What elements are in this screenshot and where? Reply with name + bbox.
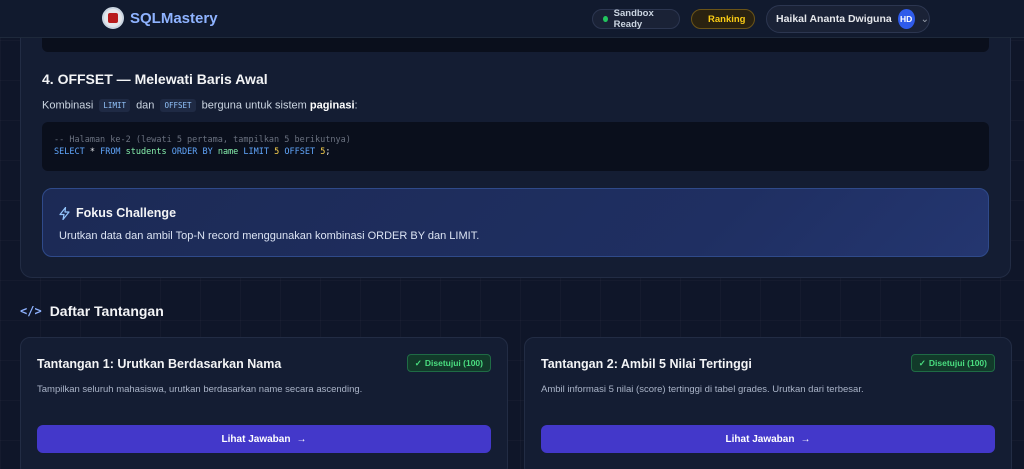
challenge-title: Tantangan 2: Ambil 5 Nilai Tertinggi <box>541 357 752 371</box>
user-name: Haikal Ananta Dwiguna <box>776 13 892 25</box>
avatar: HD <box>897 9 915 29</box>
app-name: SQLMastery <box>130 9 218 27</box>
arrow-right-icon: → <box>296 433 307 445</box>
top-navbar: SQLMastery Sandbox Ready Ranking Haikal … <box>0 0 1024 38</box>
code-brackets-icon: </> <box>20 304 42 318</box>
previous-code-block <box>42 38 989 52</box>
view-answer-button[interactable]: Lihat Jawaban → <box>37 425 491 453</box>
challenge-list-header: </> Daftar Tantangan <box>20 303 164 319</box>
sandbox-status-badge: Sandbox Ready <box>592 8 680 30</box>
status-badge: ✓ Disetujui (100) <box>406 354 491 372</box>
status-dot-icon <box>603 16 608 22</box>
challenge-list-title: Daftar Tantangan <box>49 303 164 319</box>
chevron-down-icon: ⌄ <box>920 13 929 25</box>
user-menu-button[interactable]: Haikal Ananta Dwiguna HD ⌄ <box>766 5 930 33</box>
challenge-card-1: Tantangan 1: Urutkan Berdasarkan Nama ✓ … <box>20 337 508 469</box>
check-icon: ✓ <box>414 357 422 368</box>
sql-code-block[interactable]: -- Halaman ke-2 (lewati 5 pertama, tampi… <box>42 122 989 171</box>
challenge-card-2: Tantangan 2: Ambil 5 Nilai Tertinggi ✓ D… <box>524 337 1012 469</box>
challenge-description: Tampilkan seluruh mahasiswa, urutkan ber… <box>37 384 363 395</box>
keyword-limit: LIMIT <box>99 99 130 112</box>
brand-link[interactable]: SQLMastery <box>102 7 218 29</box>
lightning-icon <box>59 206 70 220</box>
focus-title: Fokus Challenge <box>76 206 177 220</box>
arrow-right-icon: → <box>800 433 811 445</box>
keyword-offset: OFFSET <box>160 99 196 112</box>
status-badge: ✓ Disetujui (100) <box>910 354 995 372</box>
focus-challenge-box: Fokus Challenge Urutkan data dan ambil T… <box>42 188 989 257</box>
challenge-title: Tantangan 1: Urutkan Berdasarkan Nama <box>37 357 282 371</box>
focus-body: Urutkan data dan ambil Top-N record meng… <box>59 230 480 242</box>
code-comment: -- Halaman ke-2 (lewati 5 pertama, tampi… <box>54 135 351 145</box>
university-logo-icon <box>102 7 124 29</box>
challenge-description: Ambil informasi 5 nilai (score) tertingg… <box>541 384 864 395</box>
view-answer-button[interactable]: Lihat Jawaban → <box>541 425 995 453</box>
sandbox-status-label: Sandbox Ready <box>613 8 654 30</box>
code-line: SELECT * FROM students ORDER BY name LIM… <box>54 147 331 157</box>
bold-term: paginasi <box>309 99 355 112</box>
section-description: Kombinasi LIMIT dan OFFSET berguna untuk… <box>42 99 358 112</box>
section-title: 4. OFFSET — Melewati Baris Awal <box>42 71 268 87</box>
ranking-button[interactable]: Ranking <box>691 9 755 29</box>
ranking-label: Ranking <box>708 13 746 25</box>
check-icon: ✓ <box>918 357 926 368</box>
